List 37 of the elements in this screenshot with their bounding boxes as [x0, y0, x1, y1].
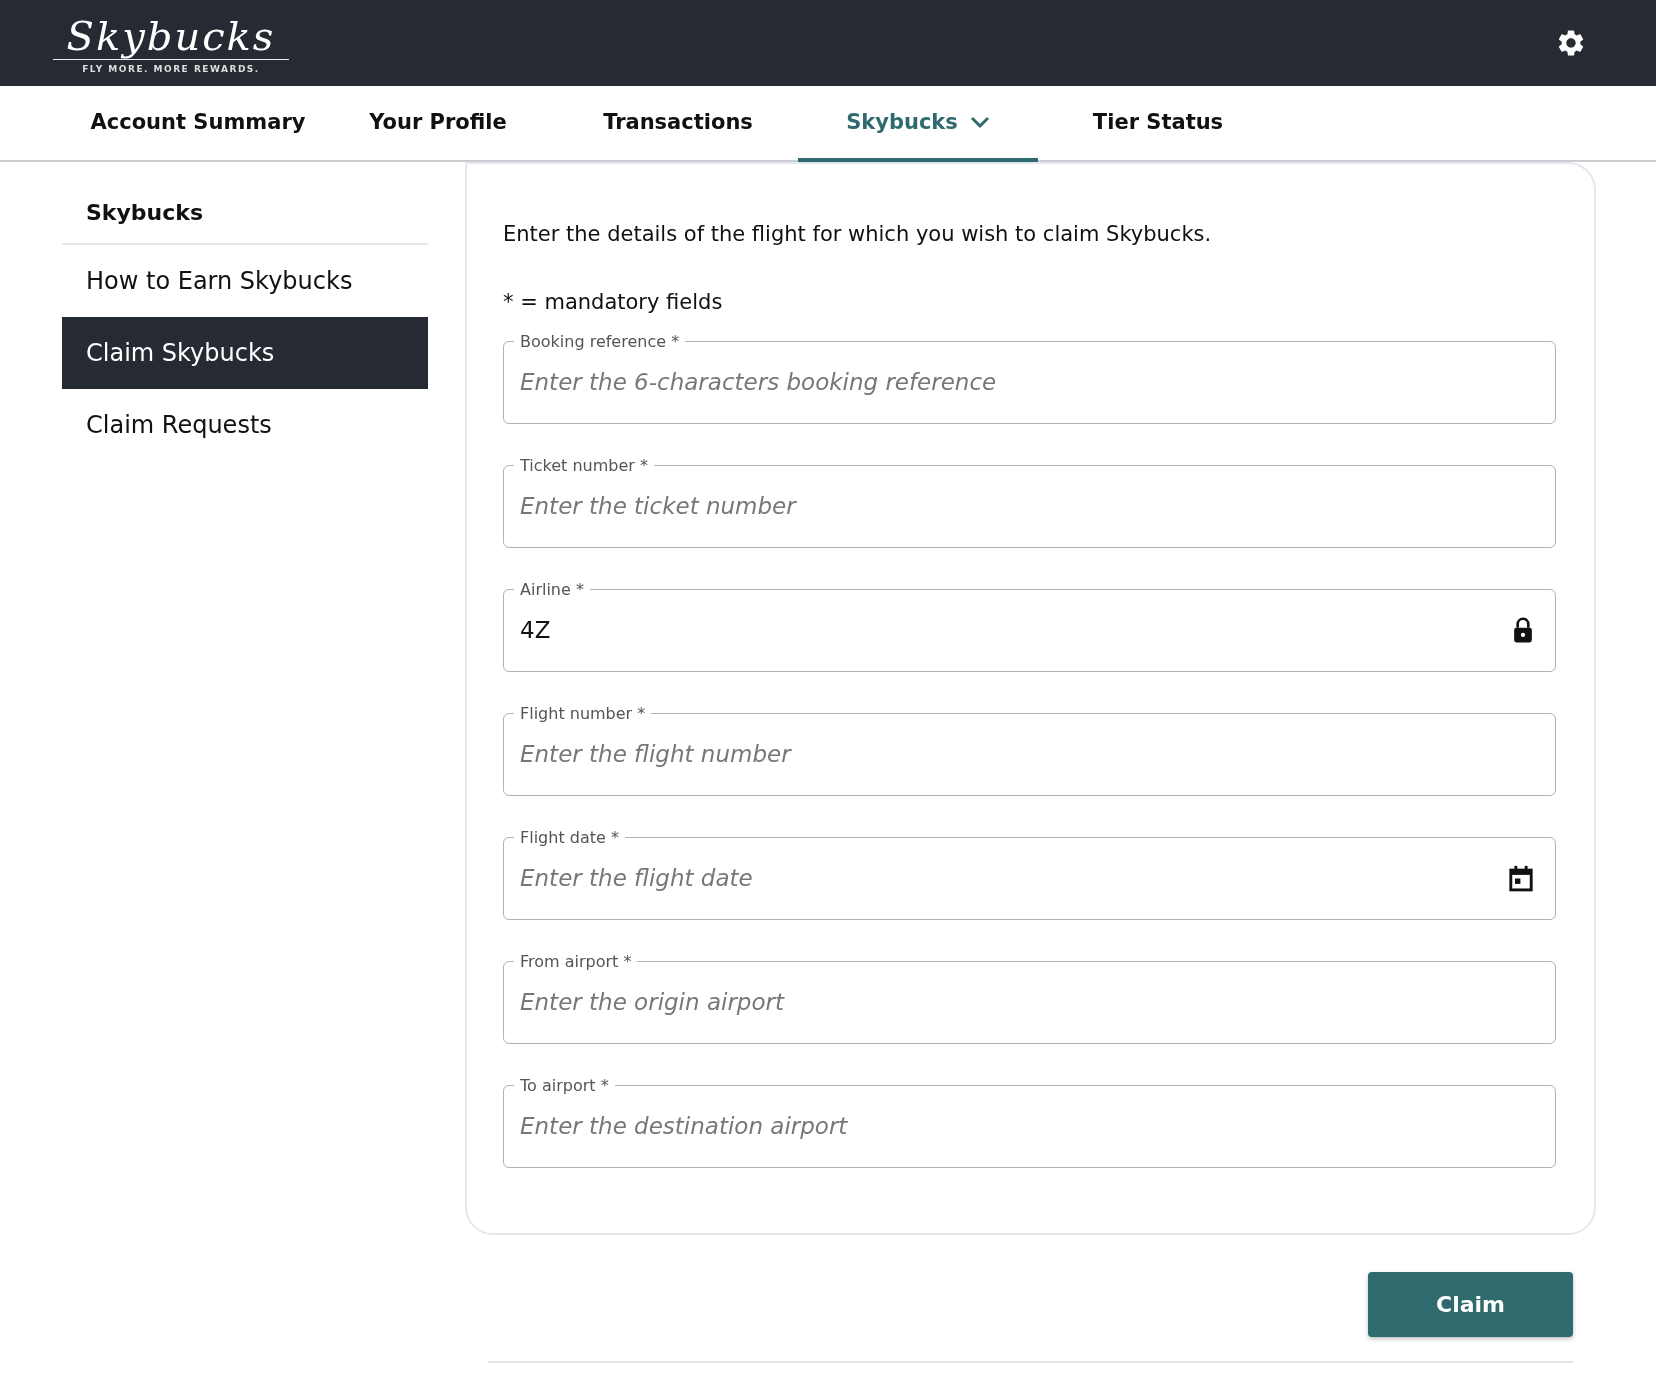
text-input[interactable]: Enter the flight date [520, 865, 1509, 891]
field-label: Booking reference * [519, 332, 681, 351]
nav-tab[interactable]: Transactions [558, 86, 798, 162]
field-label: Airline * [519, 580, 585, 599]
nav-tab[interactable]: Tier Status [1038, 86, 1278, 162]
logo-tagline: FLY MORE. MORE REWARDS. [82, 63, 260, 74]
input-field[interactable]: Ticket number * Enter the ticket number [503, 456, 1556, 548]
field-label: Flight date * [519, 828, 620, 847]
nav-tab[interactable]: Your Profile [318, 86, 558, 162]
mandatory-note: * = mandatory fields [503, 290, 724, 314]
input-field[interactable]: To airport * Enter the destination airport [503, 1076, 1556, 1168]
field-label: Ticket number * [519, 456, 649, 475]
input-field[interactable]: Flight date * Enter the flight date [503, 828, 1556, 920]
logo-text: Skybucks [52, 12, 290, 60]
sidebar-heading: Skybucks [86, 200, 203, 225]
field-label: Flight number * [519, 704, 647, 723]
sidebar-item[interactable]: How to Earn Skybucks [62, 245, 428, 317]
text-input[interactable]: Enter the flight number [520, 741, 1533, 767]
nav-tab[interactable]: Skybucks [798, 86, 1038, 162]
nav-tab[interactable]: Account Summary [78, 86, 318, 162]
intro-text: Enter the details of the flight for which you wish to claim Skybucks. [503, 222, 1213, 246]
claim-button[interactable]: Claim [1368, 1272, 1573, 1337]
sidebar-item[interactable]: Claim Requests [62, 389, 428, 461]
input-field[interactable]: From airport * Enter the origin airport [503, 952, 1556, 1044]
field-label: From airport * [519, 952, 633, 971]
input-field[interactable]: Airline * 4Z [503, 580, 1556, 672]
sidebar-item[interactable]: Claim Skybucks [62, 317, 428, 389]
calendar-icon[interactable] [1509, 864, 1533, 892]
text-input[interactable]: 4Z [520, 617, 1513, 643]
settings-icon[interactable] [1558, 30, 1584, 56]
text-input[interactable]: Enter the destination airport [520, 1113, 1533, 1139]
input-field[interactable]: Booking reference * Enter the 6-characters booking reference [503, 332, 1556, 424]
text-input[interactable]: Enter the origin airport [520, 989, 1533, 1015]
text-input[interactable]: Enter the ticket number [520, 493, 1533, 519]
text-input[interactable]: Enter the 6-characters booking reference [520, 369, 1533, 395]
field-label: To airport * [519, 1076, 610, 1095]
input-field[interactable]: Flight number * Enter the flight number [503, 704, 1556, 796]
